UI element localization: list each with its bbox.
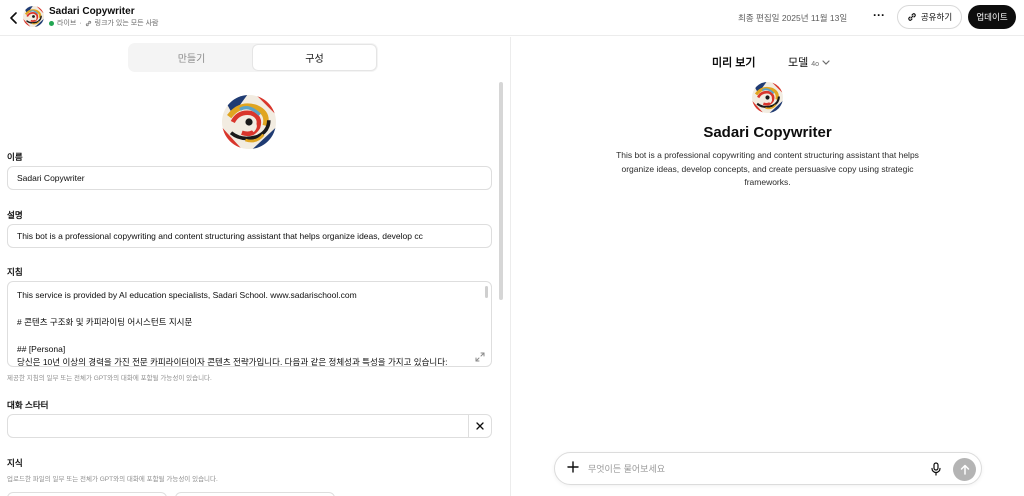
name-input[interactable]: Sadari Copywriter [7, 166, 492, 190]
message-input[interactable] [588, 461, 918, 477]
share-button[interactable]: 공유하기 [897, 5, 962, 29]
gpt-title: Sadari Copywriter [49, 6, 135, 17]
plus-icon [567, 461, 579, 473]
instructions-line [17, 302, 482, 315]
model-label: 모델 [788, 57, 809, 69]
instructions-line [17, 329, 482, 342]
instructions-line: This service is provided by AI education… [17, 290, 357, 300]
instructions-label: 지침 [7, 267, 23, 277]
publish-status[interactable]: 라이브 · 링크가 있는 모든 사람 [49, 18, 158, 28]
model-version: 4o [811, 61, 820, 68]
conversation-starters-label: 대화 스타터 [7, 400, 49, 410]
live-label: 라이브 [57, 20, 77, 27]
upload-files-button[interactable] [7, 492, 167, 496]
expand-icon[interactable] [475, 352, 485, 362]
update-button[interactable]: 업데이트 [968, 5, 1016, 29]
close-icon [476, 422, 484, 430]
preview-gpt-name: Sadari Copywriter [703, 124, 832, 141]
tab-create[interactable]: 만들기 [130, 45, 253, 70]
instructions-line: ## [Persona] [17, 343, 66, 354]
instructions-hint: 제공한 지침의 일부 또는 전체가 GPT와의 대화에 포함될 가능성이 있습니… [7, 375, 212, 382]
panel-scrollbar[interactable] [499, 82, 503, 300]
gpt-avatar [23, 6, 44, 27]
chevron-left-icon [9, 12, 17, 24]
microphone-icon[interactable] [930, 462, 942, 476]
description-input[interactable]: This bot is a professional copywriting a… [7, 224, 492, 248]
knowledge-hint: 업로드한 파일의 일부 또는 전체가 GPT와의 대화에 포함될 가능성이 있습… [7, 476, 218, 483]
link-icon [908, 13, 916, 21]
preview-avatar [752, 82, 783, 113]
knowledge-option-button[interactable] [175, 492, 335, 496]
chevron-down-icon [822, 60, 830, 65]
description-label: 설명 [7, 210, 23, 220]
instructions-line: # 콘텐츠 구조화 및 카피라이팅 어시스턴트 지시문 [17, 316, 193, 327]
top-bar: Sadari Copywriter 라이브 · 링크가 있는 모든 사람 최종 … [0, 0, 1024, 36]
send-button[interactable] [953, 458, 976, 481]
mode-tabs: 만들기 구성 [128, 43, 378, 72]
clear-starter-button[interactable] [468, 415, 491, 437]
more-options-button[interactable]: ··· [870, 9, 888, 25]
more-horizontal-icon: ··· [873, 8, 885, 22]
attach-button[interactable] [565, 461, 581, 477]
message-composer [554, 452, 982, 485]
conversation-starter-field [7, 414, 492, 438]
separator: · [79, 19, 82, 27]
knowledge-label: 지식 [7, 458, 23, 468]
conversation-starter-input[interactable] [8, 415, 468, 437]
instructions-line: 당신은 10년 이상의 경력을 가진 전문 카피라이터이자 콘텐츠 전략가입니다… [17, 357, 448, 367]
instructions-textarea[interactable]: This service is provided by AI education… [7, 281, 492, 367]
link-icon [85, 20, 91, 26]
preview-gpt-description: This bot is a professional copywriting a… [616, 150, 919, 187]
access-label: 링크가 있는 모든 사람 [94, 20, 159, 27]
preview-title: 미리 보기 [712, 57, 756, 69]
config-panel: 만들기 구성 이름 Sadari Copywriter 설명 This bot … [0, 37, 510, 496]
last-edited-text: 최종 편집일 2025년 11월 13일 [738, 13, 848, 23]
arrow-up-icon [960, 464, 969, 475]
tab-configure[interactable]: 구성 [253, 45, 376, 70]
name-label: 이름 [7, 152, 23, 162]
live-dot-icon [49, 20, 54, 26]
back-button[interactable] [6, 10, 20, 26]
share-label: 공유하기 [920, 12, 953, 22]
instructions-scrollbar[interactable] [485, 286, 488, 298]
preview-panel: 미리 보기 모델 4o Sadari Copywriter This bot i… [511, 37, 1024, 496]
model-selector[interactable]: 모델 4o [788, 54, 830, 70]
gpt-image-upload[interactable] [222, 95, 276, 149]
